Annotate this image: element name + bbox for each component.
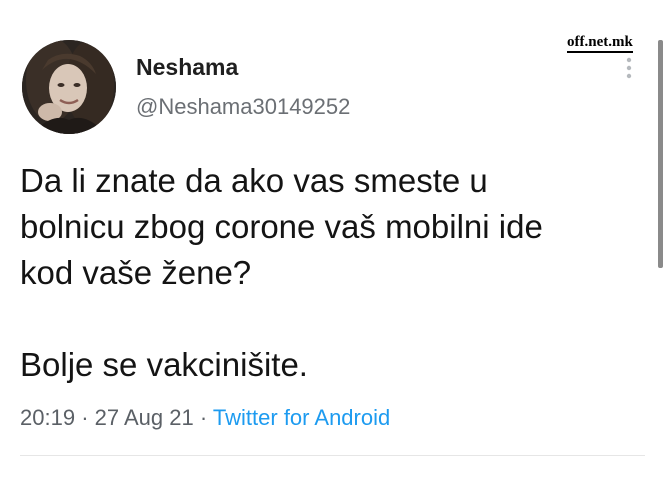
paragraph-spacer (20, 296, 640, 342)
watermark: off.net.mk (567, 34, 633, 53)
tweet-text: Da li znate da ako vas smeste u bolnicu … (20, 158, 640, 388)
tweet-time[interactable]: 20:19 (20, 405, 75, 430)
avatar[interactable] (22, 40, 116, 134)
profile-photo-icon (22, 40, 116, 134)
tweet-card: Neshama @Neshama30149252 off.net.mk Da l… (0, 0, 665, 477)
divider (20, 455, 645, 456)
tweet-source-link[interactable]: Twitter for Android (213, 405, 390, 430)
meta-separator: · (199, 405, 208, 430)
tweet-metadata: 20:19 · 27 Aug 21 · Twitter for Android (20, 405, 390, 431)
author-display-name[interactable]: Neshama (136, 54, 238, 81)
author-handle[interactable]: @Neshama30149252 (136, 94, 350, 120)
tweet-text-line: kod vaše žene? (20, 254, 252, 291)
tweet-date[interactable]: 27 Aug 21 (95, 405, 194, 430)
tweet-text-line: Bolje se vakcinišite. (20, 346, 308, 383)
scrollbar[interactable] (658, 40, 663, 268)
tweet-text-line: Da li znate da ako vas smeste u (20, 162, 488, 199)
tweet-text-line: bolnicu zbog corone vaš mobilni ide (20, 208, 543, 245)
more-vertical-icon[interactable] (622, 56, 636, 80)
meta-separator: · (81, 405, 89, 430)
